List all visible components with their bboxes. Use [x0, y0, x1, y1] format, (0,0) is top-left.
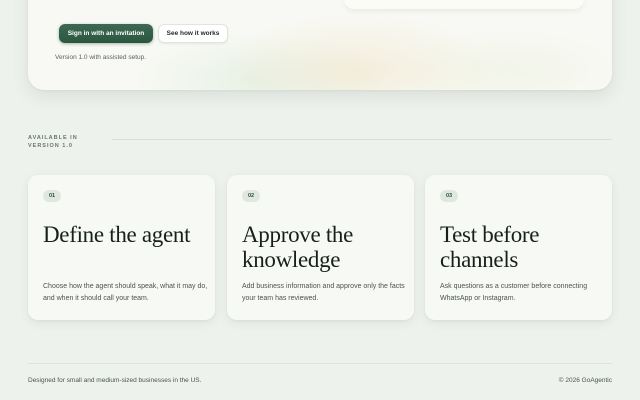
step-badge: 03	[440, 190, 458, 202]
sign-in-invitation-button[interactable]: Sign in with an invitation	[59, 24, 153, 43]
version-note: Version 1.0 with assisted setup.	[55, 54, 147, 61]
step-badge: 01	[43, 190, 61, 202]
section-divider	[112, 139, 612, 140]
feature-title: Define the agent	[43, 222, 191, 247]
availability-label-line2: VERSION 1.0	[28, 143, 73, 149]
feature-description: Ask questions as a customer before conne…	[440, 283, 588, 302]
feature-description: Choose how the agent should speak, what …	[43, 283, 208, 302]
feature-description: Add business information and approve onl…	[242, 283, 405, 302]
footer-tagline: Designed for small and medium-sized busi…	[28, 377, 202, 384]
see-how-it-works-button[interactable]: See how it works	[158, 24, 228, 43]
feature-card-test-channels: 03 Test before channels Ask questions as…	[425, 175, 612, 320]
feature-card-approve-knowledge: 02 Approve the knowledge Add business in…	[227, 175, 414, 320]
feature-title: Approve the knowledge	[242, 222, 354, 272]
hero-card	[28, 0, 612, 90]
footer-divider	[28, 363, 612, 364]
availability-label: AVAILABLE IN VERSION 1.0	[28, 134, 78, 150]
step-badge: 02	[242, 190, 260, 202]
hero-preview-panel	[344, 0, 584, 9]
feature-title: Test before channels	[440, 222, 540, 272]
feature-card-define-agent: 01 Define the agent Choose how the agent…	[28, 175, 215, 320]
availability-label-line1: AVAILABLE IN	[28, 135, 78, 141]
footer-copyright: © 2026 GoAgentic	[558, 377, 612, 384]
